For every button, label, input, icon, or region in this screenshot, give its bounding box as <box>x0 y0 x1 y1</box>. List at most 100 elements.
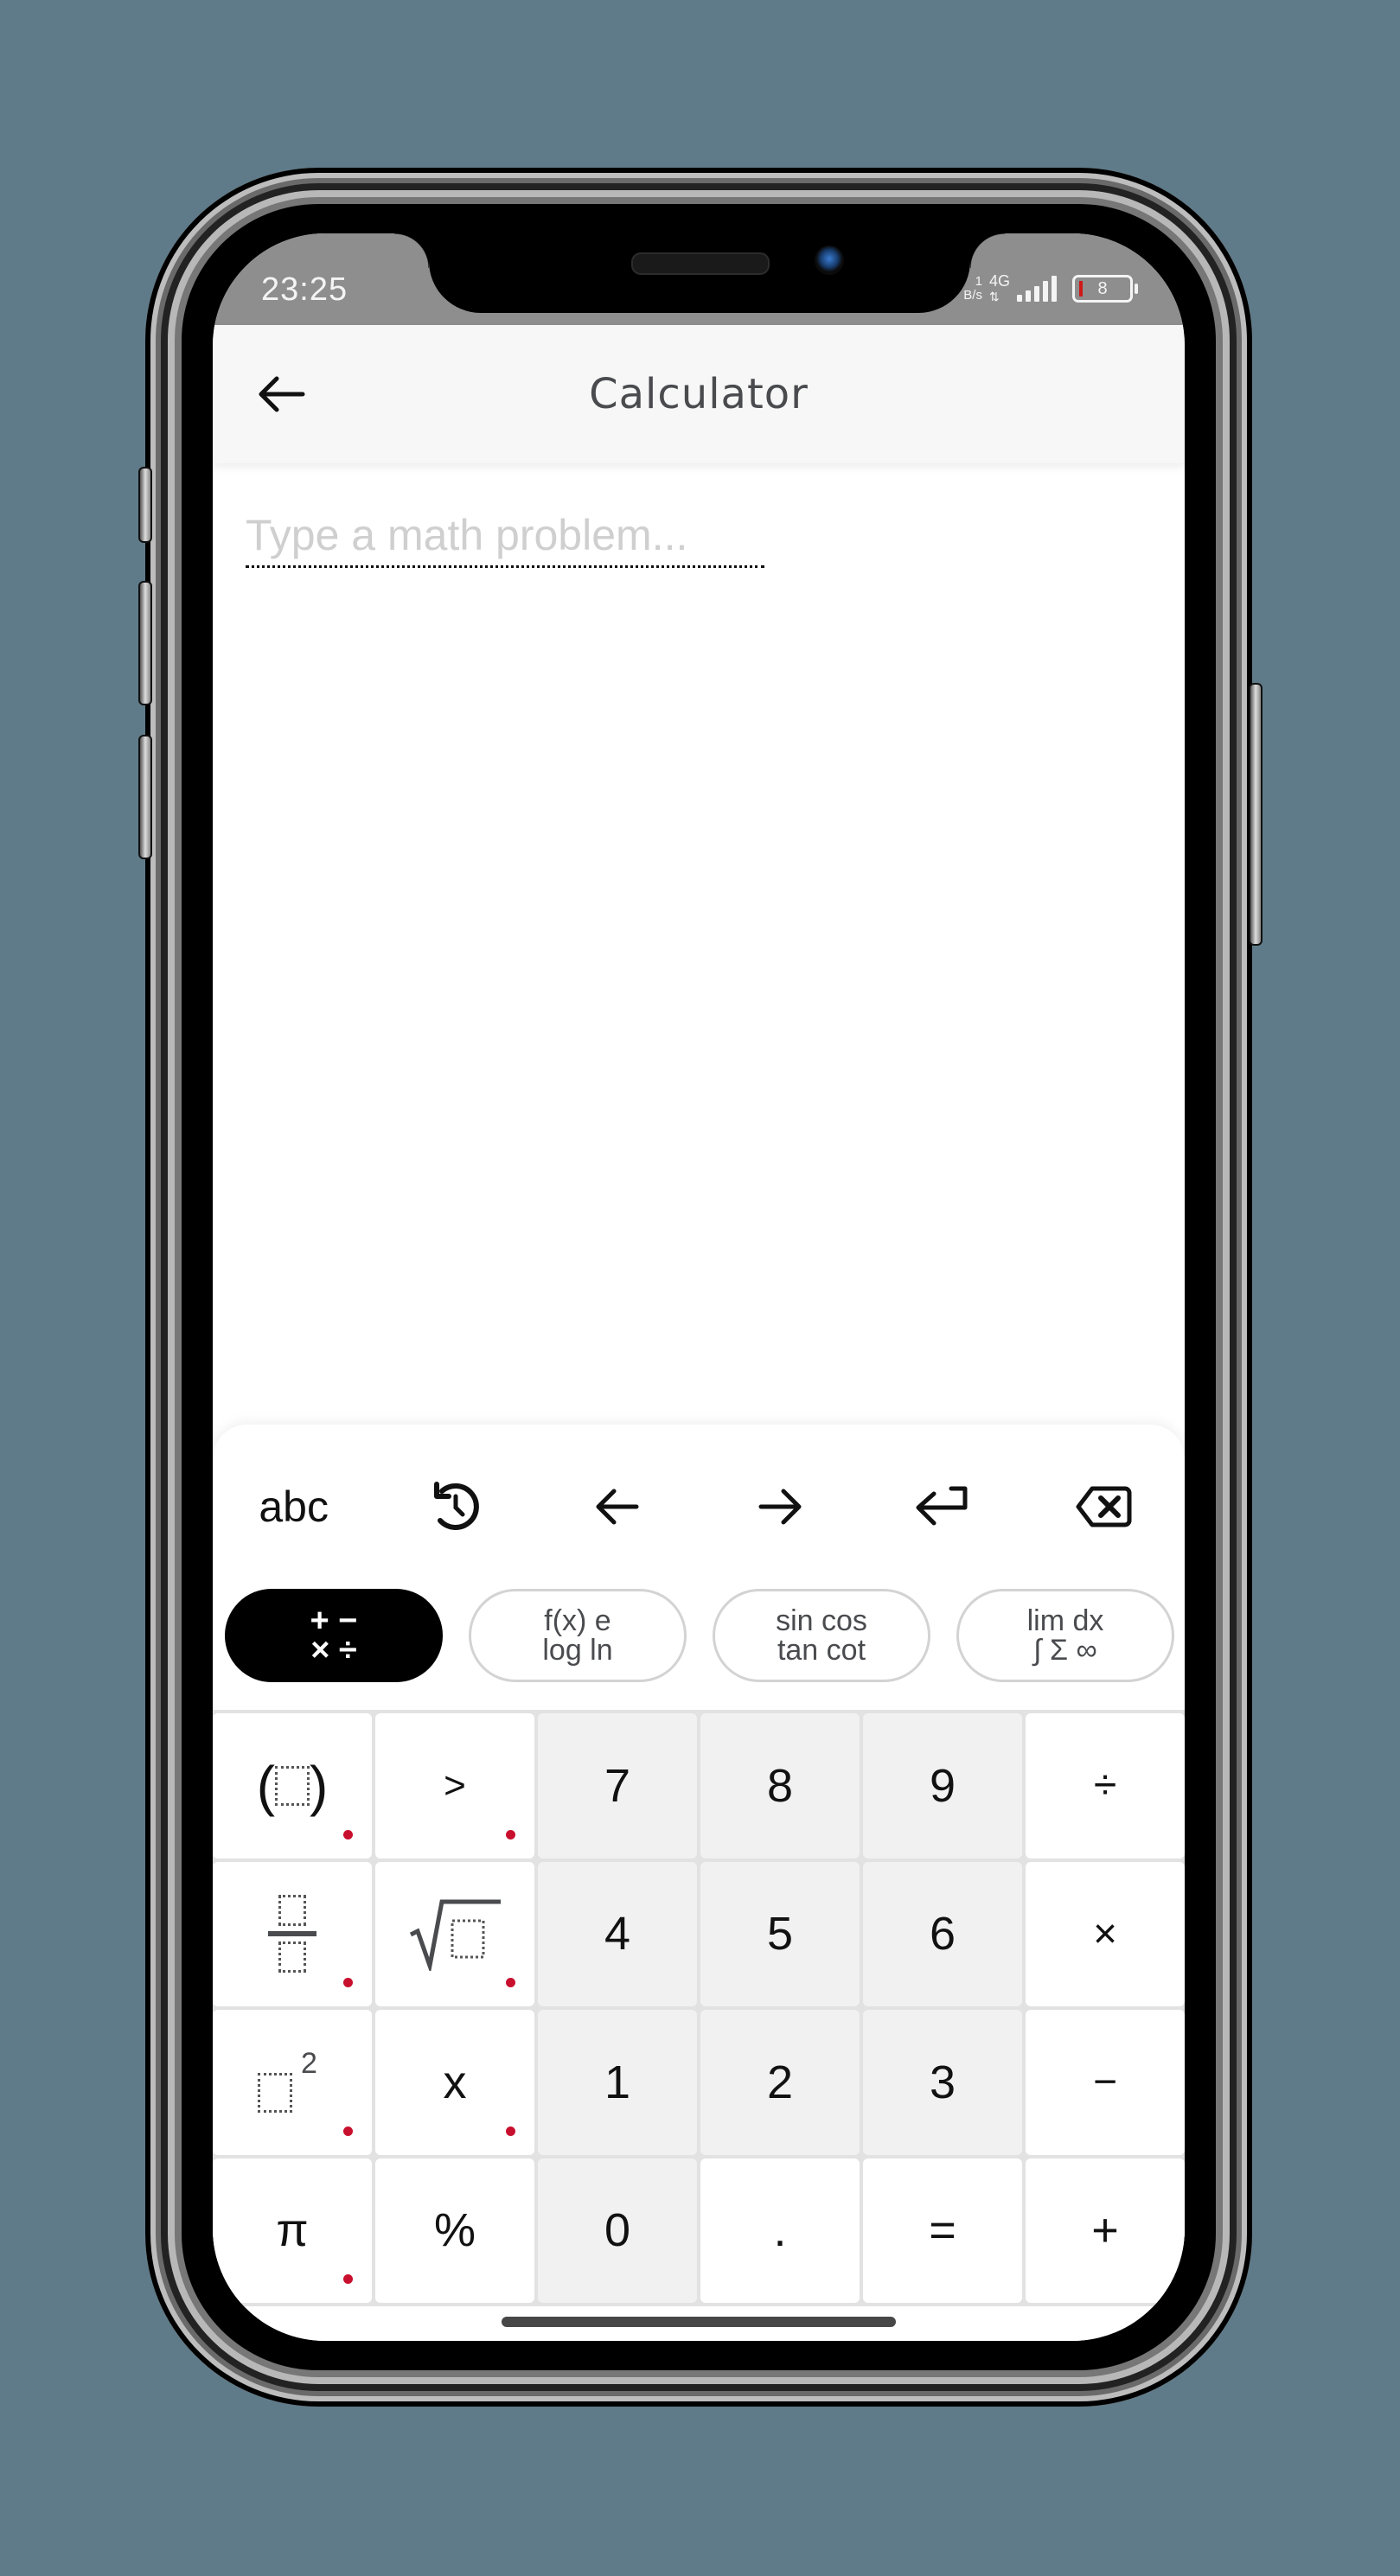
abc-button[interactable]: abc <box>213 1468 374 1546</box>
speaker-grille <box>631 252 770 275</box>
close-paren: ) <box>310 1754 329 1817</box>
square-root-icon <box>409 1899 501 1972</box>
digit-3-key[interactable]: 3 <box>863 2010 1022 2155</box>
key-label: 9 <box>929 1759 956 1812</box>
pi-key[interactable]: π <box>213 2158 372 2303</box>
math-problem-input[interactable] <box>246 510 764 568</box>
enter-icon <box>916 1486 968 1526</box>
digit-0-key[interactable]: 0 <box>538 2158 697 2303</box>
mode-tab-line1: sin cos <box>776 1604 867 1637</box>
mode-tab-calculus[interactable]: lim dx ∫ Σ ∞ <box>956 1589 1174 1682</box>
key-label: = <box>929 2204 956 2257</box>
page-title: Calculator <box>589 370 809 418</box>
app-bar: Calculator <box>213 325 1185 463</box>
digit-1-key[interactable]: 1 <box>538 2010 697 2155</box>
mode-tab-line2: tan cot <box>777 1634 866 1667</box>
variable-x-key[interactable]: x <box>375 2010 534 2155</box>
key-label: 5 <box>766 1908 794 1961</box>
mode-tab-line1: f(x) e <box>544 1604 611 1637</box>
phone-screen: 23:25 1 B/s 4G ⇅ 8 Calculator Type a mat… <box>213 233 1185 2341</box>
percent-key[interactable]: % <box>375 2158 534 2303</box>
divide-key[interactable]: ÷ <box>1026 1713 1185 1859</box>
digit-4-key[interactable]: 4 <box>538 1861 697 2006</box>
key-label: 1 <box>604 2056 631 2108</box>
digit-5-key[interactable]: 5 <box>700 1861 860 2006</box>
key-label: 3 <box>929 2056 956 2108</box>
status-icons: 1 B/s 4G ⇅ 8 <box>963 273 1138 304</box>
signal-strength-icon <box>1017 276 1057 302</box>
keyboard-mode-tabs: + − × ÷ f(x) e log ln sin cos tan cot li… <box>225 1589 1174 1682</box>
mode-tab-trigonometry[interactable]: sin cos tan cot <box>713 1589 930 1682</box>
history-icon <box>433 1482 479 1530</box>
key-label: % <box>433 2204 476 2257</box>
battery-percent: 8 <box>1097 278 1108 298</box>
digit-8-key[interactable]: 8 <box>700 1713 860 1859</box>
more-options-dot <box>343 1829 353 1840</box>
equals-key[interactable]: = <box>863 2158 1022 2303</box>
more-options-dot <box>506 1978 515 1987</box>
keypad: () > 7 8 9 ÷ 4 5 6 × 2 x 1 2 3 − π % 0 .… <box>213 1710 1185 2306</box>
cursor-right-button[interactable] <box>699 1468 860 1546</box>
network-type-label: 4G <box>988 272 1010 290</box>
key-label: 7 <box>604 1759 631 1812</box>
open-paren: ( <box>256 1754 275 1817</box>
greater-than-key[interactable]: > <box>375 1713 534 1859</box>
square-key[interactable]: 2 <box>213 2010 372 2155</box>
key-label: 0 <box>604 2204 631 2257</box>
square-root-key[interactable] <box>375 1861 534 2006</box>
key-label: − <box>1092 2059 1118 2106</box>
placeholder-box-icon <box>275 1765 310 1806</box>
home-indicator[interactable] <box>502 2317 896 2327</box>
abc-label: abc <box>259 1482 329 1531</box>
digit-6-key[interactable]: 6 <box>863 1861 1022 2006</box>
more-options-dot <box>506 1829 515 1840</box>
cursor-left-button[interactable] <box>537 1468 699 1546</box>
front-camera <box>815 245 844 275</box>
math-keyboard: abc + − × ÷ f(x) e log ln sin cos tan co… <box>213 1425 1185 2341</box>
network-type: 4G ⇅ <box>989 273 1010 304</box>
key-label: > <box>444 1763 466 1807</box>
digit-2-key[interactable]: 2 <box>700 2010 860 2155</box>
key-label: 2 <box>766 2056 794 2108</box>
mode-tab-line2: ∫ Σ ∞ <box>1033 1634 1097 1667</box>
parentheses-key[interactable]: () <box>213 1713 372 1859</box>
keyboard-toolbar: abc <box>213 1468 1185 1546</box>
arrow-right-icon <box>758 1489 802 1525</box>
more-options-dot <box>343 2126 353 2136</box>
fraction-icon <box>268 1895 316 1973</box>
key-label: 8 <box>766 1759 794 1812</box>
backspace-icon <box>1076 1486 1132 1527</box>
decimal-point-key[interactable]: . <box>700 2158 860 2303</box>
network-speed-unit: B/s <box>963 288 982 303</box>
more-options-dot <box>343 2274 353 2284</box>
exponent-label: 2 <box>301 2046 317 2080</box>
key-label: + <box>1091 2204 1119 2257</box>
phone-side-button <box>138 467 152 543</box>
fraction-key[interactable] <box>213 1861 372 2006</box>
key-label: × <box>1092 1910 1118 1957</box>
digit-7-key[interactable]: 7 <box>538 1713 697 1859</box>
enter-button[interactable] <box>860 1468 1022 1546</box>
mode-tab-basic-operations[interactable]: + − × ÷ <box>225 1589 443 1682</box>
backspace-button[interactable] <box>1023 1468 1185 1546</box>
multiply-key[interactable]: × <box>1026 1861 1185 2006</box>
square-icon: 2 <box>258 2047 327 2113</box>
mode-tab-line2: × ÷ <box>310 1632 357 1668</box>
phone-volume-down-button <box>138 735 152 859</box>
mode-tab-functions[interactable]: f(x) e log ln <box>469 1589 687 1682</box>
battery-icon: 8 <box>1072 275 1138 303</box>
key-label: 4 <box>604 1908 631 1961</box>
minus-key[interactable]: − <box>1026 2010 1185 2155</box>
more-options-dot <box>506 2126 515 2136</box>
plus-key[interactable]: + <box>1026 2158 1185 2303</box>
key-label: . <box>773 2204 787 2257</box>
math-input-area <box>246 510 764 568</box>
key-label: 6 <box>929 1908 956 1961</box>
data-transfer-icon: ⇅ <box>988 290 1000 303</box>
key-label: x <box>443 2056 467 2108</box>
history-button[interactable] <box>374 1468 536 1546</box>
status-time: 23:25 <box>261 271 348 308</box>
digit-9-key[interactable]: 9 <box>863 1713 1022 1859</box>
phone-notch <box>394 233 1005 313</box>
mode-tab-line2: log ln <box>542 1634 613 1667</box>
